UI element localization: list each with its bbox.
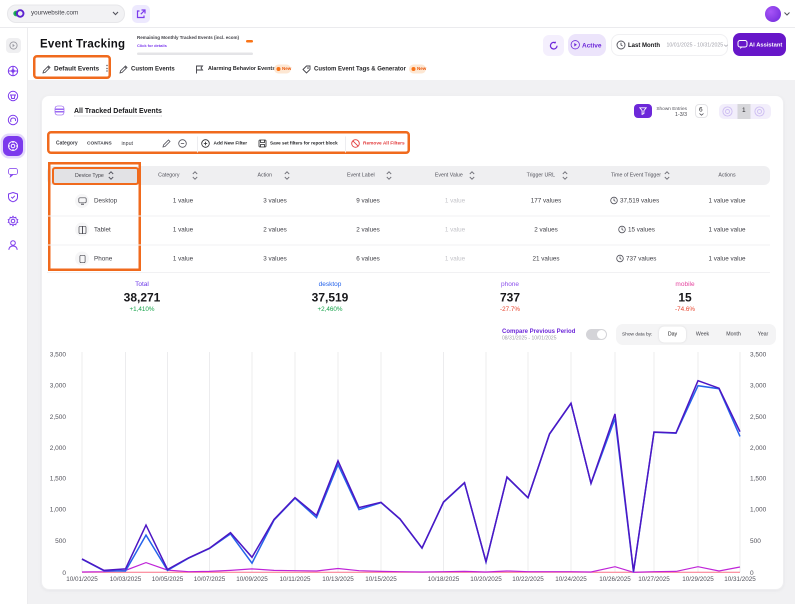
svg-text:3,500: 3,500 <box>750 352 767 359</box>
svg-text:10/18/2025: 10/18/2025 <box>428 576 460 583</box>
svg-text:1,000: 1,000 <box>50 507 67 514</box>
svg-text:3,500: 3,500 <box>50 352 67 359</box>
svg-text:10/11/2025: 10/11/2025 <box>279 576 311 583</box>
svg-text:1,500: 1,500 <box>750 475 767 482</box>
svg-text:10/31/2025: 10/31/2025 <box>724 576 756 583</box>
svg-text:3,000: 3,000 <box>50 383 67 390</box>
svg-text:2,000: 2,000 <box>750 445 767 452</box>
svg-text:2,000: 2,000 <box>50 445 67 452</box>
svg-text:10/22/2025: 10/22/2025 <box>512 576 544 583</box>
svg-text:10/03/2025: 10/03/2025 <box>110 576 142 583</box>
svg-text:10/24/2025: 10/24/2025 <box>555 576 587 583</box>
svg-text:10/09/2025: 10/09/2025 <box>236 576 268 583</box>
svg-text:500: 500 <box>55 538 66 545</box>
svg-text:2,500: 2,500 <box>750 414 767 421</box>
svg-text:10/01/2025: 10/01/2025 <box>66 576 98 583</box>
svg-text:3,000: 3,000 <box>750 383 767 390</box>
svg-text:10/26/2025: 10/26/2025 <box>599 576 631 583</box>
svg-text:1,000: 1,000 <box>750 507 767 514</box>
svg-text:10/07/2025: 10/07/2025 <box>194 576 226 583</box>
svg-text:10/15/2025: 10/15/2025 <box>365 576 397 583</box>
svg-text:10/29/2025: 10/29/2025 <box>682 576 714 583</box>
svg-text:10/05/2025: 10/05/2025 <box>152 576 184 583</box>
svg-text:10/20/2025: 10/20/2025 <box>470 576 502 583</box>
svg-text:2,500: 2,500 <box>50 414 67 421</box>
svg-text:10/13/2025: 10/13/2025 <box>322 576 354 583</box>
svg-text:1,500: 1,500 <box>50 475 67 482</box>
svg-text:10/27/2025: 10/27/2025 <box>638 576 670 583</box>
svg-text:500: 500 <box>750 538 761 545</box>
